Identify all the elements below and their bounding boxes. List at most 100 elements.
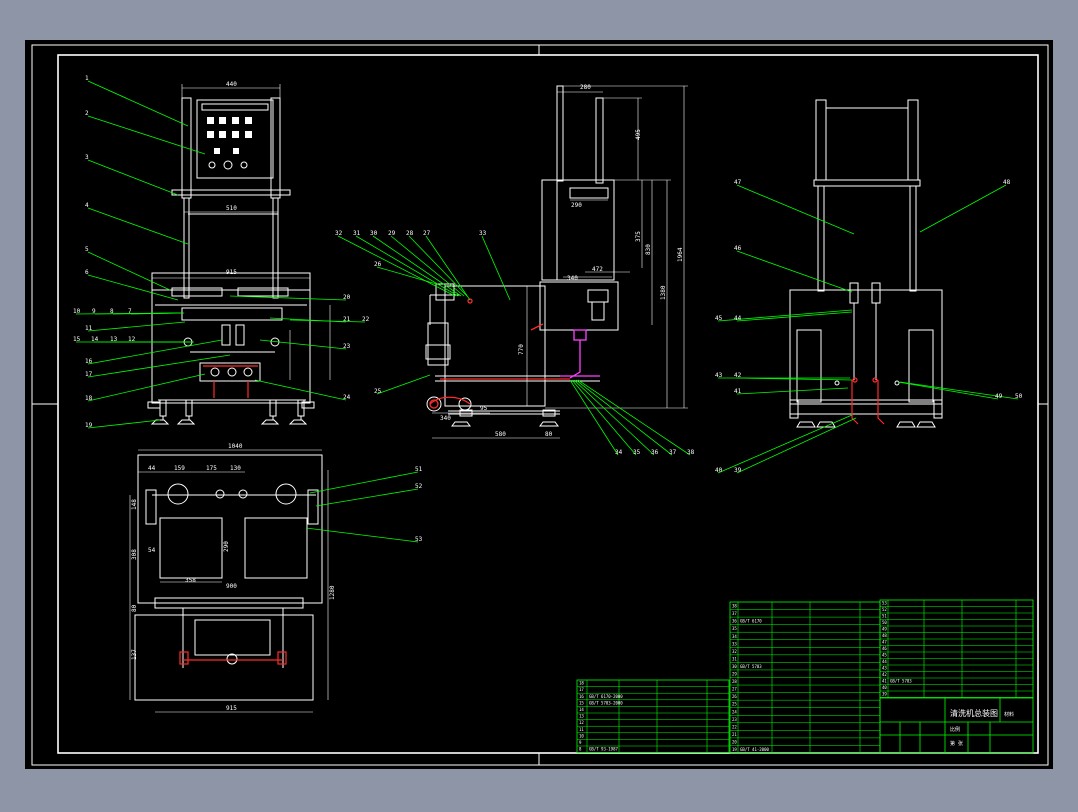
balloon-number: 32 — [335, 230, 343, 237]
bom-item-number: 11 — [579, 727, 584, 732]
balloon-number: 19 — [85, 422, 93, 429]
balloon-number: 35 — [633, 449, 641, 456]
balloon-number: 25 — [374, 388, 382, 395]
drawing-title: 清洗机总装图 — [950, 708, 998, 718]
balloon-number: 10 — [73, 308, 81, 315]
dim-front-top: 440 — [226, 81, 237, 88]
bom-item-number: 36 — [732, 619, 737, 624]
dim-plan-side-1: 54 — [148, 547, 156, 554]
dim-side-b1: 340 — [440, 415, 451, 422]
bom-item-code: GB/T 5783 — [740, 664, 762, 669]
dim-plan-b: 159 — [174, 465, 185, 472]
bom-item-number: 13 — [579, 714, 584, 719]
dim-front-mid: 510 — [226, 205, 237, 212]
balloon-number: 8 — [110, 308, 114, 315]
dim-plan-b1: 137 — [131, 649, 138, 660]
balloon-number: 22 — [362, 316, 370, 323]
bom-item-code: GB/T 6170 — [740, 619, 762, 624]
dim-front-base: 915 — [226, 269, 237, 276]
bom-item-number: 49 — [882, 627, 887, 632]
dim-side-left-h: 770 — [518, 344, 525, 355]
balloon-number: 6 — [85, 269, 89, 276]
title-scale-label: 比例 — [950, 726, 960, 733]
bom-item-number: 35 — [732, 626, 737, 631]
dim-plan-box-h: 290 — [223, 541, 230, 552]
bom-item-number: 42 — [882, 672, 887, 677]
bom-item-number: 53 — [882, 601, 887, 606]
balloon-number: 12 — [128, 336, 136, 343]
bom-item-number: 45 — [882, 653, 887, 658]
balloon-number: 48 — [1003, 179, 1011, 186]
bom-item-number: 40 — [882, 685, 887, 690]
bom-item-number: 51 — [882, 614, 887, 619]
dim-plan-c: 175 — [206, 465, 217, 472]
bom-item-number: 12 — [579, 720, 584, 725]
balloon-number: 31 — [353, 230, 361, 237]
bom-item-number: 33 — [732, 641, 737, 646]
balloon-number: 50 — [1015, 393, 1023, 400]
balloon-number: 34 — [615, 449, 623, 456]
dim-side-r3: 830 — [645, 244, 652, 255]
bom-item-number: 29 — [732, 672, 737, 677]
balloon-number: 45 — [715, 315, 723, 322]
balloon-number: 29 — [388, 230, 396, 237]
bom-item-number: 34 — [732, 634, 737, 639]
dim-side-b2: 580 — [495, 431, 506, 438]
dim-plan-overall: 1040 — [228, 443, 243, 450]
balloon-number: 1 — [85, 75, 89, 82]
bom-item-number: 43 — [882, 666, 887, 671]
bom-item-number: 44 — [882, 659, 887, 664]
bom-item-number: 17 — [579, 687, 584, 692]
bom-item-number: 37 — [732, 611, 737, 616]
bom-item-number: 28 — [732, 679, 737, 684]
bom-item-number: 10 — [579, 733, 584, 738]
balloon-number: 24 — [343, 394, 351, 401]
balloon-number: 5 — [85, 246, 89, 253]
title-sheet-label: 第 张 — [950, 740, 963, 747]
balloon-number: 52 — [415, 483, 423, 490]
balloon-number: 14 — [91, 336, 99, 343]
balloon-number: 30 — [370, 230, 378, 237]
balloon-number: 7 — [128, 308, 132, 315]
balloon-number: 4 — [85, 202, 89, 209]
balloon-number: 17 — [85, 371, 93, 378]
dim-side-b3: 80 — [545, 431, 553, 438]
bom-item-number: 46 — [882, 646, 887, 651]
dim-side-b4: 95 — [480, 405, 488, 412]
bom-item-number: 27 — [732, 687, 737, 692]
dim-plan-side-4: 1280 — [329, 585, 336, 600]
balloon-number: 11 — [85, 325, 93, 332]
dim-plan-inner: 900 — [226, 583, 237, 590]
dim-plan-side-3: 80 — [131, 604, 138, 612]
balloon-number: 42 — [734, 372, 742, 379]
balloon-number: 46 — [734, 245, 742, 252]
bom-item-number: 32 — [732, 649, 737, 654]
dim-side-inner: 340 — [567, 275, 578, 282]
balloon-number: 13 — [110, 336, 118, 343]
balloon-number: 36 — [651, 449, 659, 456]
bom-item-number: 19 — [732, 747, 737, 752]
balloon-number: 2 — [85, 110, 89, 117]
balloon-number: 16 — [85, 358, 93, 365]
bom-item-code: GB/T 5783-2000 — [589, 700, 623, 705]
balloon-number: 15 — [73, 336, 81, 343]
bom-item-number: 47 — [882, 640, 887, 645]
bom-table-middle: 38 37 36 GB/T 617035 34 33 32 31 30 GB/T 578329 28… — [729, 601, 881, 754]
bom-item-number: 15 — [579, 700, 584, 705]
dim-side-mid: 290 — [571, 202, 582, 209]
bom-item-code: GB/T 41-2000 — [740, 747, 769, 752]
bom-item-number: 41 — [882, 679, 887, 684]
bom-item-number: 16 — [579, 694, 584, 699]
cad-viewport[interactable]: 440 510 915 280 290 495 375 830 1380 196… — [0, 0, 1078, 808]
balloon-number: 37 — [669, 449, 677, 456]
bom-item-code: GB/T 93-1987 — [589, 747, 618, 752]
balloon-number: 53 — [415, 536, 423, 543]
dim-side-r5: 1964 — [677, 247, 684, 262]
balloon-number: 26 — [374, 261, 382, 268]
bom-item-number: 22 — [732, 724, 737, 729]
assembly-drawing: 440 510 915 280 290 495 375 830 1380 196… — [25, 40, 1053, 769]
dim-plan-d: 130 — [230, 465, 241, 472]
balloon-number: 28 — [406, 230, 414, 237]
dim-plan-a: 44 — [148, 465, 156, 472]
balloon-number: 3 — [85, 154, 89, 161]
